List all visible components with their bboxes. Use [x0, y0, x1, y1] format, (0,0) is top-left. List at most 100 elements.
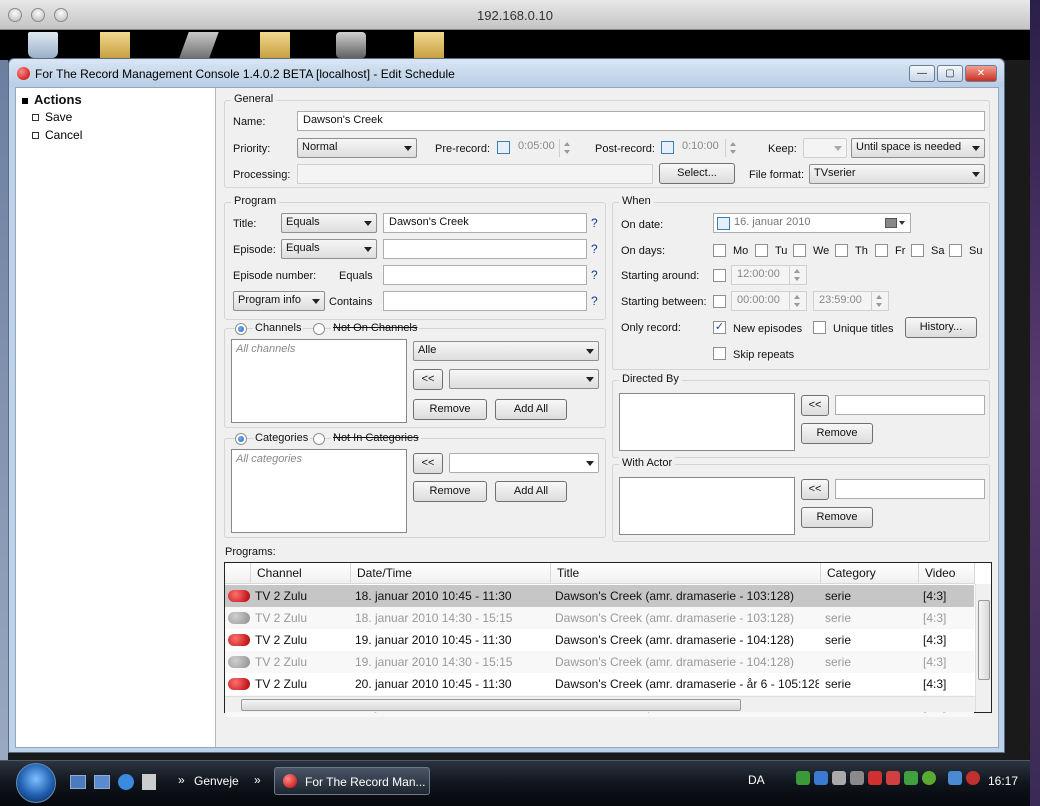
- starting-between-checkbox[interactable]: [713, 295, 726, 308]
- program-info-help-icon[interactable]: ?: [591, 294, 598, 308]
- remove-director-button[interactable]: Remove: [801, 423, 873, 444]
- episode-number-input[interactable]: [383, 265, 587, 285]
- episode-number-help-icon[interactable]: ?: [591, 268, 598, 282]
- table-row[interactable]: TV 2 Zulu 19. januar 2010 14:30 - 15:15 Da…: [225, 651, 974, 673]
- program-info-dropdown[interactable]: Program info: [233, 291, 325, 311]
- vertical-scrollbar[interactable]: [975, 584, 991, 712]
- history-button[interactable]: History...: [905, 317, 977, 338]
- table-row[interactable]: TV 2 Zulu 19. januar 2010 10:45 - 11:30 Da…: [225, 629, 974, 651]
- switch-windows-icon[interactable]: [94, 775, 110, 789]
- tray-display-icon[interactable]: [948, 771, 962, 785]
- tray-antivirus-icon[interactable]: [868, 771, 882, 785]
- vertical-scroll-thumb[interactable]: [978, 600, 990, 680]
- starting-around-spinner[interactable]: [789, 266, 805, 284]
- day-mo-checkbox[interactable]: [713, 244, 726, 257]
- col-title-header[interactable]: Title: [551, 563, 821, 584]
- prerecord-spinner[interactable]: [559, 139, 575, 157]
- tray-ftr-icon[interactable]: [922, 771, 936, 785]
- camera-icon[interactable]: [336, 32, 366, 58]
- col-category-header[interactable]: Category: [821, 563, 919, 584]
- day-sa-checkbox[interactable]: [911, 244, 924, 257]
- categories-radio[interactable]: [235, 433, 247, 445]
- horizontal-scrollbar[interactable]: [225, 696, 975, 712]
- tool-icon[interactable]: [179, 32, 219, 58]
- remove-actor-button[interactable]: Remove: [801, 507, 873, 528]
- save-action[interactable]: Save: [32, 110, 72, 124]
- folder-icon[interactable]: [100, 32, 130, 58]
- col-datetime-header[interactable]: Date/Time: [351, 563, 551, 584]
- unique-titles-checkbox[interactable]: [813, 321, 826, 334]
- toolbar-chevron[interactable]: »: [178, 773, 185, 787]
- taskbar-app-button[interactable]: For The Record Man...: [274, 767, 430, 795]
- calendar-icon[interactable]: [885, 218, 897, 228]
- horizontal-scroll-thumb[interactable]: [241, 699, 741, 711]
- program-title-input[interactable]: Dawson's Creek: [383, 213, 587, 233]
- directors-list[interactable]: [619, 393, 795, 451]
- day-fr-checkbox[interactable]: [875, 244, 888, 257]
- on-date-checkbox[interactable]: [717, 217, 730, 230]
- categories-list[interactable]: All categories: [231, 449, 407, 533]
- add-actor-button[interactable]: <<: [801, 479, 829, 500]
- day-th-checkbox[interactable]: [835, 244, 848, 257]
- add-category-button[interactable]: <<: [413, 453, 443, 474]
- remove-category-button[interactable]: Remove: [413, 481, 487, 502]
- tray-security-icon[interactable]: [886, 771, 900, 785]
- close-button[interactable]: ✕: [965, 65, 997, 82]
- program-info-input[interactable]: [383, 291, 587, 311]
- settings-icon[interactable]: [142, 774, 156, 790]
- title-help-icon[interactable]: ?: [591, 216, 598, 230]
- minimize-button[interactable]: —: [909, 65, 935, 82]
- select-processing-button[interactable]: Select...: [659, 163, 735, 184]
- chevron-down-icon[interactable]: [899, 221, 905, 225]
- episode-operator-dropdown[interactable]: Equals: [281, 239, 377, 259]
- tray-network-icon[interactable]: [796, 771, 810, 785]
- postrecord-checkbox[interactable]: [661, 141, 674, 154]
- folder-icon[interactable]: [414, 32, 444, 58]
- episode-input[interactable]: [383, 239, 587, 259]
- actors-list[interactable]: [619, 477, 795, 535]
- taskbar-chevron[interactable]: »: [254, 773, 261, 787]
- category-dropdown[interactable]: [449, 453, 599, 473]
- add-channel-button[interactable]: <<: [413, 369, 443, 390]
- folder-icon[interactable]: [260, 32, 290, 58]
- show-desktop-icon[interactable]: [70, 775, 86, 789]
- categories-radio-label[interactable]: Categories: [253, 432, 311, 444]
- director-input[interactable]: [835, 395, 985, 415]
- prerecord-checkbox[interactable]: [497, 141, 510, 154]
- skip-repeats-checkbox[interactable]: [713, 347, 726, 360]
- between-to-spinner[interactable]: [871, 292, 887, 310]
- between-from-spinner[interactable]: [789, 292, 805, 310]
- tray-battery-icon[interactable]: [904, 771, 918, 785]
- day-tu-checkbox[interactable]: [755, 244, 768, 257]
- table-row[interactable]: TV 2 Zulu 18. januar 2010 14:30 - 15:15 Da…: [225, 607, 974, 629]
- keep-count-dropdown[interactable]: [803, 138, 847, 158]
- episode-help-icon[interactable]: ?: [591, 242, 598, 256]
- channel-dropdown[interactable]: [449, 369, 599, 389]
- start-button[interactable]: [16, 763, 56, 803]
- not-in-categories-radio[interactable]: [313, 433, 325, 445]
- quick-launch-label[interactable]: Genveje: [194, 774, 239, 788]
- remove-channel-button[interactable]: Remove: [413, 399, 487, 420]
- priority-dropdown[interactable]: Normal: [297, 138, 417, 158]
- fileformat-dropdown[interactable]: TVserier: [809, 164, 985, 184]
- channels-radio[interactable]: [235, 323, 247, 335]
- table-row[interactable]: TV 2 Zulu 20. januar 2010 10:45 - 11:30 Da…: [225, 673, 974, 695]
- tray-clock-icon[interactable]: [832, 771, 846, 785]
- add-all-channels-button[interactable]: Add All: [495, 399, 567, 420]
- col-icon-header[interactable]: [225, 563, 251, 584]
- cancel-action[interactable]: Cancel: [32, 128, 82, 142]
- internet-explorer-icon[interactable]: [118, 774, 134, 790]
- channel-group-dropdown[interactable]: Alle: [413, 341, 599, 361]
- not-on-channels-label[interactable]: Not On Channels: [331, 322, 420, 334]
- postrecord-spinner[interactable]: [725, 139, 741, 157]
- keep-mode-dropdown[interactable]: Until space is needed: [851, 138, 985, 158]
- name-input[interactable]: Dawson's Creek: [297, 111, 985, 131]
- not-on-channels-radio[interactable]: [313, 323, 325, 335]
- day-su-checkbox[interactable]: [949, 244, 962, 257]
- col-channel-header[interactable]: Channel: [251, 563, 351, 584]
- channels-radio-label[interactable]: Channels: [253, 322, 304, 334]
- col-video-header[interactable]: Video: [919, 563, 975, 584]
- taskbar-clock[interactable]: 16:17: [988, 774, 1018, 788]
- not-in-categories-label[interactable]: Not In Categories: [331, 432, 421, 444]
- channels-list[interactable]: All channels: [231, 339, 407, 423]
